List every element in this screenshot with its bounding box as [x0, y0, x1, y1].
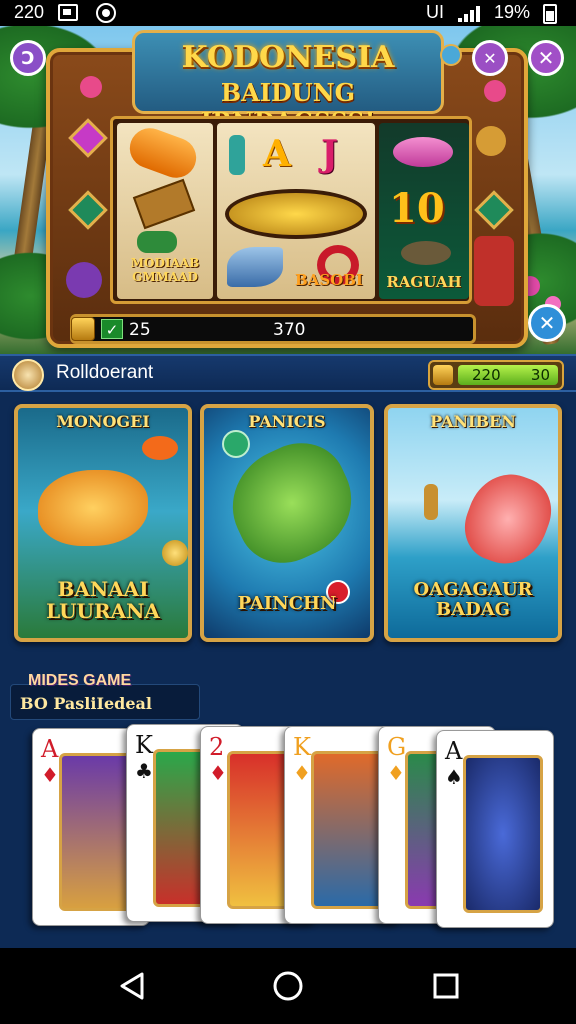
- network-label: UI: [426, 2, 444, 22]
- bottle-symbol-icon: [229, 135, 245, 175]
- tile-1-label: BANAAI LUURANA: [46, 577, 160, 623]
- card-illustration: [463, 755, 543, 913]
- back-nav-icon[interactable]: [114, 968, 150, 1004]
- reel-3-label: RAGUAH: [386, 273, 462, 291]
- battery-percent: 19%: [494, 2, 531, 22]
- game-tile-3[interactable]: PANIBEN OAGAGAUR BADAG: [384, 404, 562, 642]
- sync-icon: [96, 3, 116, 23]
- letter-a-symbol: A: [263, 133, 291, 175]
- score-b: 30: [530, 366, 550, 384]
- plant-icon: [474, 236, 514, 306]
- info-bar: Rolldoerant 220 30: [0, 354, 576, 392]
- bet-value: 25: [129, 320, 151, 340]
- mini-games-subtitle: BO PasliIedeal: [20, 694, 152, 713]
- bubble-icon: [222, 430, 250, 458]
- game-tile-1[interactable]: MONOGEI BANAAI LUURANA: [14, 404, 192, 642]
- mini-games-title: MIDES GAME: [28, 672, 132, 689]
- notification-icon: [58, 4, 78, 21]
- leaf-symbol-icon: [137, 231, 177, 253]
- card-suit-icon: ♦: [293, 761, 311, 785]
- home-nav-icon[interactable]: [270, 968, 306, 1004]
- card-rank: 2: [209, 733, 225, 761]
- coin-icon: [162, 540, 188, 566]
- back-button[interactable]: Ɔ: [10, 40, 46, 76]
- jumping-fish-icon: [455, 463, 558, 575]
- card-suit-icon: ♣: [135, 759, 153, 783]
- tools-icon: ✕: [483, 48, 497, 68]
- letter-j-symbol: J: [321, 133, 339, 175]
- slot-reels: MODIAAB GMMAAD A J BASOBI 10 RAGUAH: [110, 116, 472, 304]
- card-rank: A: [445, 737, 463, 765]
- fish-symbol-icon: [393, 137, 453, 167]
- turtle-symbol-icon: [401, 241, 451, 265]
- card-suit-icon: ♦: [41, 763, 59, 787]
- score-pill[interactable]: 220 30: [428, 360, 564, 390]
- playing-card[interactable]: A ♠: [436, 730, 554, 928]
- close-icon: ✕: [537, 46, 555, 70]
- navigation-bar: [0, 948, 576, 1024]
- leaf-icon: [66, 262, 102, 298]
- profile-icon[interactable]: [12, 359, 44, 391]
- close-panel-button[interactable]: ✕: [528, 304, 566, 342]
- card-rank: K: [135, 731, 153, 759]
- card-rank: G: [387, 733, 407, 761]
- settings-button[interactable]: ✕: [472, 40, 508, 76]
- score-a: 220: [472, 366, 501, 384]
- score-display: 220 30: [458, 365, 558, 385]
- cross-symbol-icon: [124, 122, 202, 184]
- card-suit-icon: ♦: [387, 761, 405, 785]
- signal-icon: [458, 6, 484, 22]
- fishing-lure-icon: [424, 484, 438, 520]
- card-suit-icon: ♠: [445, 765, 463, 789]
- coin-icon: [476, 126, 506, 156]
- card-suit-icon: ♦: [209, 761, 227, 785]
- reel-2-label: BASOBI: [295, 271, 363, 289]
- win-value: 370: [273, 320, 306, 340]
- goldfish-icon: [38, 470, 148, 546]
- close-icon: ✕: [538, 311, 556, 335]
- recents-nav-icon[interactable]: [428, 968, 464, 1004]
- tile-3-title: PANIBEN: [430, 412, 516, 431]
- close-button[interactable]: ✕: [528, 40, 564, 76]
- tile-3-label: OAGAGAUR BADAG: [413, 579, 533, 620]
- reel-2: A J BASOBI: [217, 123, 375, 299]
- checkmark-icon[interactable]: ✓: [101, 319, 123, 339]
- card-rank: K: [293, 733, 311, 761]
- battery-icon: [543, 4, 557, 24]
- tile-2-label: PAINCHN: [237, 593, 337, 614]
- small-fish-icon: [142, 436, 178, 460]
- game-tile-2[interactable]: PANICIS PAINCHN: [200, 404, 374, 642]
- coin-icon: [433, 365, 453, 385]
- shark-symbol-icon: [227, 247, 283, 287]
- tile-1-title: MONOGEI: [56, 412, 150, 431]
- golden-drum-symbol-icon: [225, 189, 367, 239]
- card-rank: A: [41, 735, 59, 763]
- scroll-symbol-icon: [132, 178, 196, 230]
- bet-bar: ✓ 25 370: [70, 314, 476, 344]
- status-time: 220: [14, 2, 45, 22]
- reel-3-number: 10: [389, 185, 445, 232]
- compass-icon: [440, 44, 462, 66]
- flower-icon: [80, 76, 102, 98]
- flower-icon: [484, 80, 506, 102]
- reel-3: 10 RAGUAH: [379, 123, 469, 299]
- tile-2-title: PANICIS: [248, 412, 326, 431]
- swirl-icon: Ɔ: [21, 47, 35, 69]
- game-title: KODONESIA: [181, 40, 395, 75]
- info-title: Rolldoerant: [56, 362, 154, 383]
- reel-1: MODIAAB GMMAAD: [117, 122, 213, 299]
- coin-icon: [71, 317, 95, 341]
- reel-1-label: MODIAAB GMMAAD: [130, 256, 200, 284]
- status-bar: 220 UI 19%: [0, 0, 576, 26]
